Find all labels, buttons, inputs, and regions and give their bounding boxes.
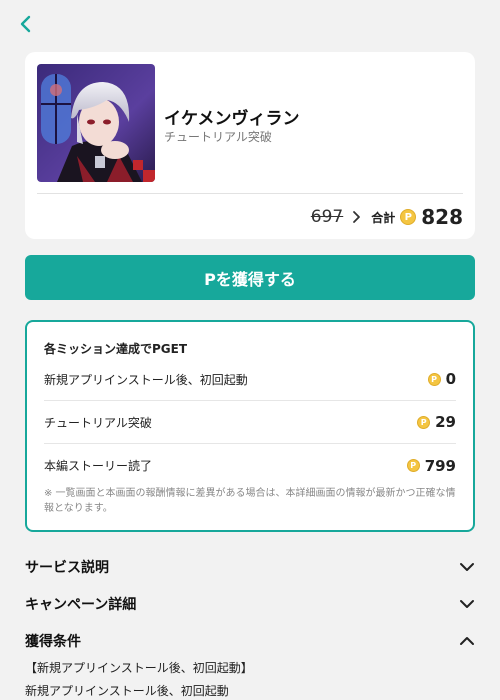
- back-button[interactable]: [14, 12, 38, 36]
- mission-title: 各ミッション達成でPGET: [44, 342, 188, 356]
- mission-name: 本編ストーリー読了: [44, 459, 153, 473]
- total-label: 合計: [371, 210, 396, 225]
- app-title: イケメンヴィラン: [164, 109, 300, 129]
- point-coin-icon: P: [417, 415, 431, 429]
- chevron-down-icon: [460, 600, 474, 608]
- mission-item: 本編ストーリー読了 P 799: [44, 444, 456, 487]
- app-subtitle: チュートリアル突破: [164, 130, 272, 144]
- mission-note: ※ 一覧画面と本画面の報酬情報に差異がある場合は、本詳細画面の情報が最新かつ正確…: [44, 488, 456, 514]
- mission-list: 新規アプリインストール後、初回起動 P 0 チュートリアル突破 P 29 本編ス…: [44, 358, 456, 487]
- conditions-text: 新規アプリインストール後、初回起動: [25, 684, 229, 698]
- mission-points-value: 0: [445, 370, 456, 388]
- mission-points: P 799: [406, 456, 456, 475]
- accordion-acquisition-conditions[interactable]: 獲得条件: [25, 627, 475, 655]
- mission-points: P 29: [417, 413, 456, 431]
- accordion-label: 獲得条件: [25, 634, 81, 650]
- mission-points-value: 29: [435, 413, 456, 431]
- get-points-button[interactable]: Pを獲得する: [25, 255, 475, 300]
- chevron-down-icon: [460, 563, 474, 571]
- app-thumbnail: [37, 64, 155, 182]
- conditions-heading: 【新規アプリインストール後、初回起動】: [25, 661, 253, 675]
- card-divider: [37, 193, 463, 194]
- app-card: イケメンヴィラン チュートリアル突破 697 合計 P 828: [25, 52, 475, 239]
- mission-points-value: 799: [424, 456, 456, 475]
- chevron-left-icon: [20, 15, 31, 33]
- point-coin-icon: P: [400, 209, 417, 225]
- accordion-campaign-details[interactable]: キャンペーン詳細: [25, 590, 475, 618]
- points-summary: 697 合計 P 828: [311, 204, 463, 230]
- accordion-label: キャンペーン詳細: [25, 597, 137, 613]
- mission-item: 新規アプリインストール後、初回起動 P 0: [44, 358, 456, 401]
- chevron-right-icon: [351, 210, 361, 224]
- old-points: 697: [310, 207, 344, 227]
- mission-box: 各ミッション達成でPGET 新規アプリインストール後、初回起動 P 0 チュート…: [25, 320, 475, 532]
- mission-points: P 0: [427, 370, 456, 388]
- mission-name: 新規アプリインストール後、初回起動: [44, 372, 248, 387]
- accordion-service-description[interactable]: サービス説明: [25, 553, 475, 581]
- total-points: 828: [421, 205, 463, 229]
- accordion-label: サービス説明: [25, 560, 109, 576]
- chevron-up-icon: [460, 637, 474, 645]
- mission-item: チュートリアル突破 P 29: [44, 401, 456, 444]
- point-coin-icon: P: [427, 372, 441, 386]
- point-coin-icon: P: [406, 459, 420, 472]
- mission-name: チュートリアル突破: [44, 415, 152, 430]
